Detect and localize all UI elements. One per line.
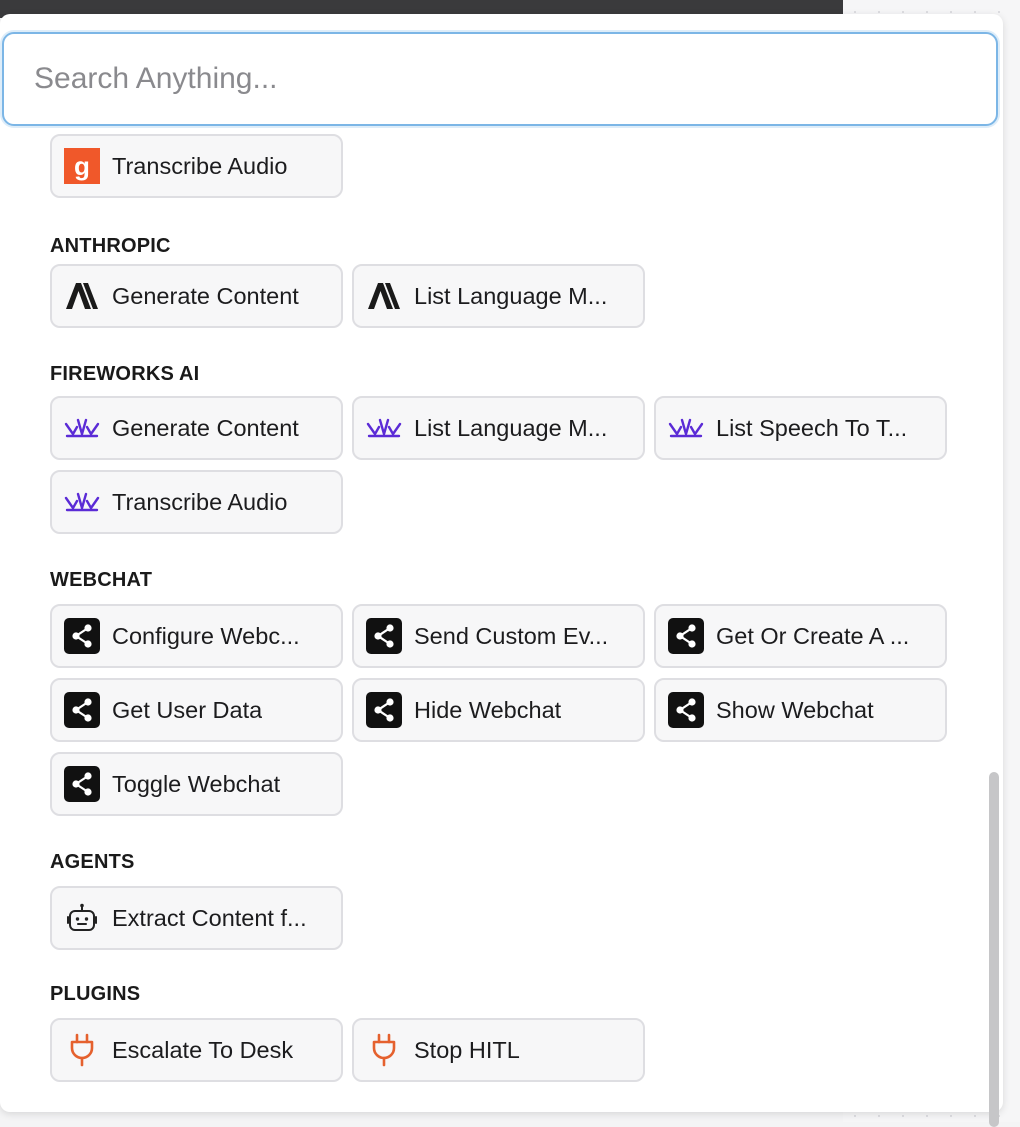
share-icon <box>64 766 100 802</box>
action-label: Get User Data <box>112 696 263 723</box>
action-webchat-get-user-data[interactable]: Get User Data <box>50 678 343 742</box>
section-title-agents: AGENTS <box>50 851 135 873</box>
search-input[interactable] <box>2 32 998 126</box>
fireworks-icon <box>366 410 402 446</box>
action-label: List Speech To T... <box>716 414 908 441</box>
fireworks-icon <box>64 410 100 446</box>
section-plugins-items: Escalate To Desk Stop HITL <box>50 1018 950 1082</box>
action-webchat-get-or-create[interactable]: Get Or Create A ... <box>654 604 947 668</box>
action-webchat-configure[interactable]: Configure Webc... <box>50 604 343 668</box>
plug-icon <box>64 1032 100 1068</box>
action-label: Generate Content <box>112 414 299 441</box>
section-title-webchat: WEBCHAT <box>50 569 153 591</box>
section-webchat-items: Configure Webc... Send Custom Ev... Get … <box>50 604 950 816</box>
section-title-fireworks: FIREWORKS AI <box>50 363 200 385</box>
share-icon <box>64 618 100 654</box>
robot-icon <box>64 900 100 936</box>
fireworks-icon <box>668 410 704 446</box>
action-transcribe-audio-gladia[interactable]: g Transcribe Audio <box>50 134 343 198</box>
fireworks-icon <box>64 484 100 520</box>
action-fireworks-list-language-models[interactable]: List Language M... <box>352 396 645 460</box>
share-icon <box>668 692 704 728</box>
action-label: Extract Content f... <box>112 904 307 931</box>
share-icon <box>64 692 100 728</box>
section-fireworks-items: Generate Content List Language M... List… <box>50 396 950 534</box>
action-label: List Language M... <box>414 414 608 441</box>
plug-icon <box>366 1032 402 1068</box>
section-title-plugins: PLUGINS <box>50 983 141 1005</box>
action-label: Toggle Webchat <box>112 770 281 797</box>
share-icon <box>366 692 402 728</box>
action-label: Show Webchat <box>716 696 874 723</box>
action-label: Send Custom Ev... <box>414 622 609 649</box>
action-label: Transcribe Audio <box>112 152 288 179</box>
scrollbar-thumb[interactable] <box>989 772 999 1127</box>
action-fireworks-transcribe-audio[interactable]: Transcribe Audio <box>50 470 343 534</box>
action-label: Configure Webc... <box>112 622 300 649</box>
action-fireworks-generate-content[interactable]: Generate Content <box>50 396 343 460</box>
section-agents-items: Extract Content f... <box>50 886 950 950</box>
action-label: Stop HITL <box>414 1036 520 1063</box>
results-list: g Transcribe Audio ANTHROPIC Generate Co… <box>50 134 950 1082</box>
action-plugins-stop-hitl[interactable]: Stop HITL <box>352 1018 645 1082</box>
action-label: Get Or Create A ... <box>716 622 910 649</box>
share-icon <box>668 618 704 654</box>
action-webchat-hide[interactable]: Hide Webchat <box>352 678 645 742</box>
action-label: Hide Webchat <box>414 696 562 723</box>
section-title-anthropic: ANTHROPIC <box>50 235 171 257</box>
gladia-icon: g <box>64 148 100 184</box>
svg-text:g: g <box>74 151 90 181</box>
share-icon <box>366 618 402 654</box>
action-label: Transcribe Audio <box>112 488 288 515</box>
action-webchat-send-custom-event[interactable]: Send Custom Ev... <box>352 604 645 668</box>
section-gladia-items: g Transcribe Audio <box>50 134 950 198</box>
action-webchat-toggle[interactable]: Toggle Webchat <box>50 752 343 816</box>
command-palette: g Transcribe Audio ANTHROPIC Generate Co… <box>0 14 1003 1127</box>
action-label: Escalate To Desk <box>112 1036 294 1063</box>
action-plugins-escalate-to-desk[interactable]: Escalate To Desk <box>50 1018 343 1082</box>
action-webchat-show[interactable]: Show Webchat <box>654 678 947 742</box>
action-fireworks-list-speech-to-text[interactable]: List Speech To T... <box>654 396 947 460</box>
action-agents-extract-content[interactable]: Extract Content f... <box>50 886 343 950</box>
